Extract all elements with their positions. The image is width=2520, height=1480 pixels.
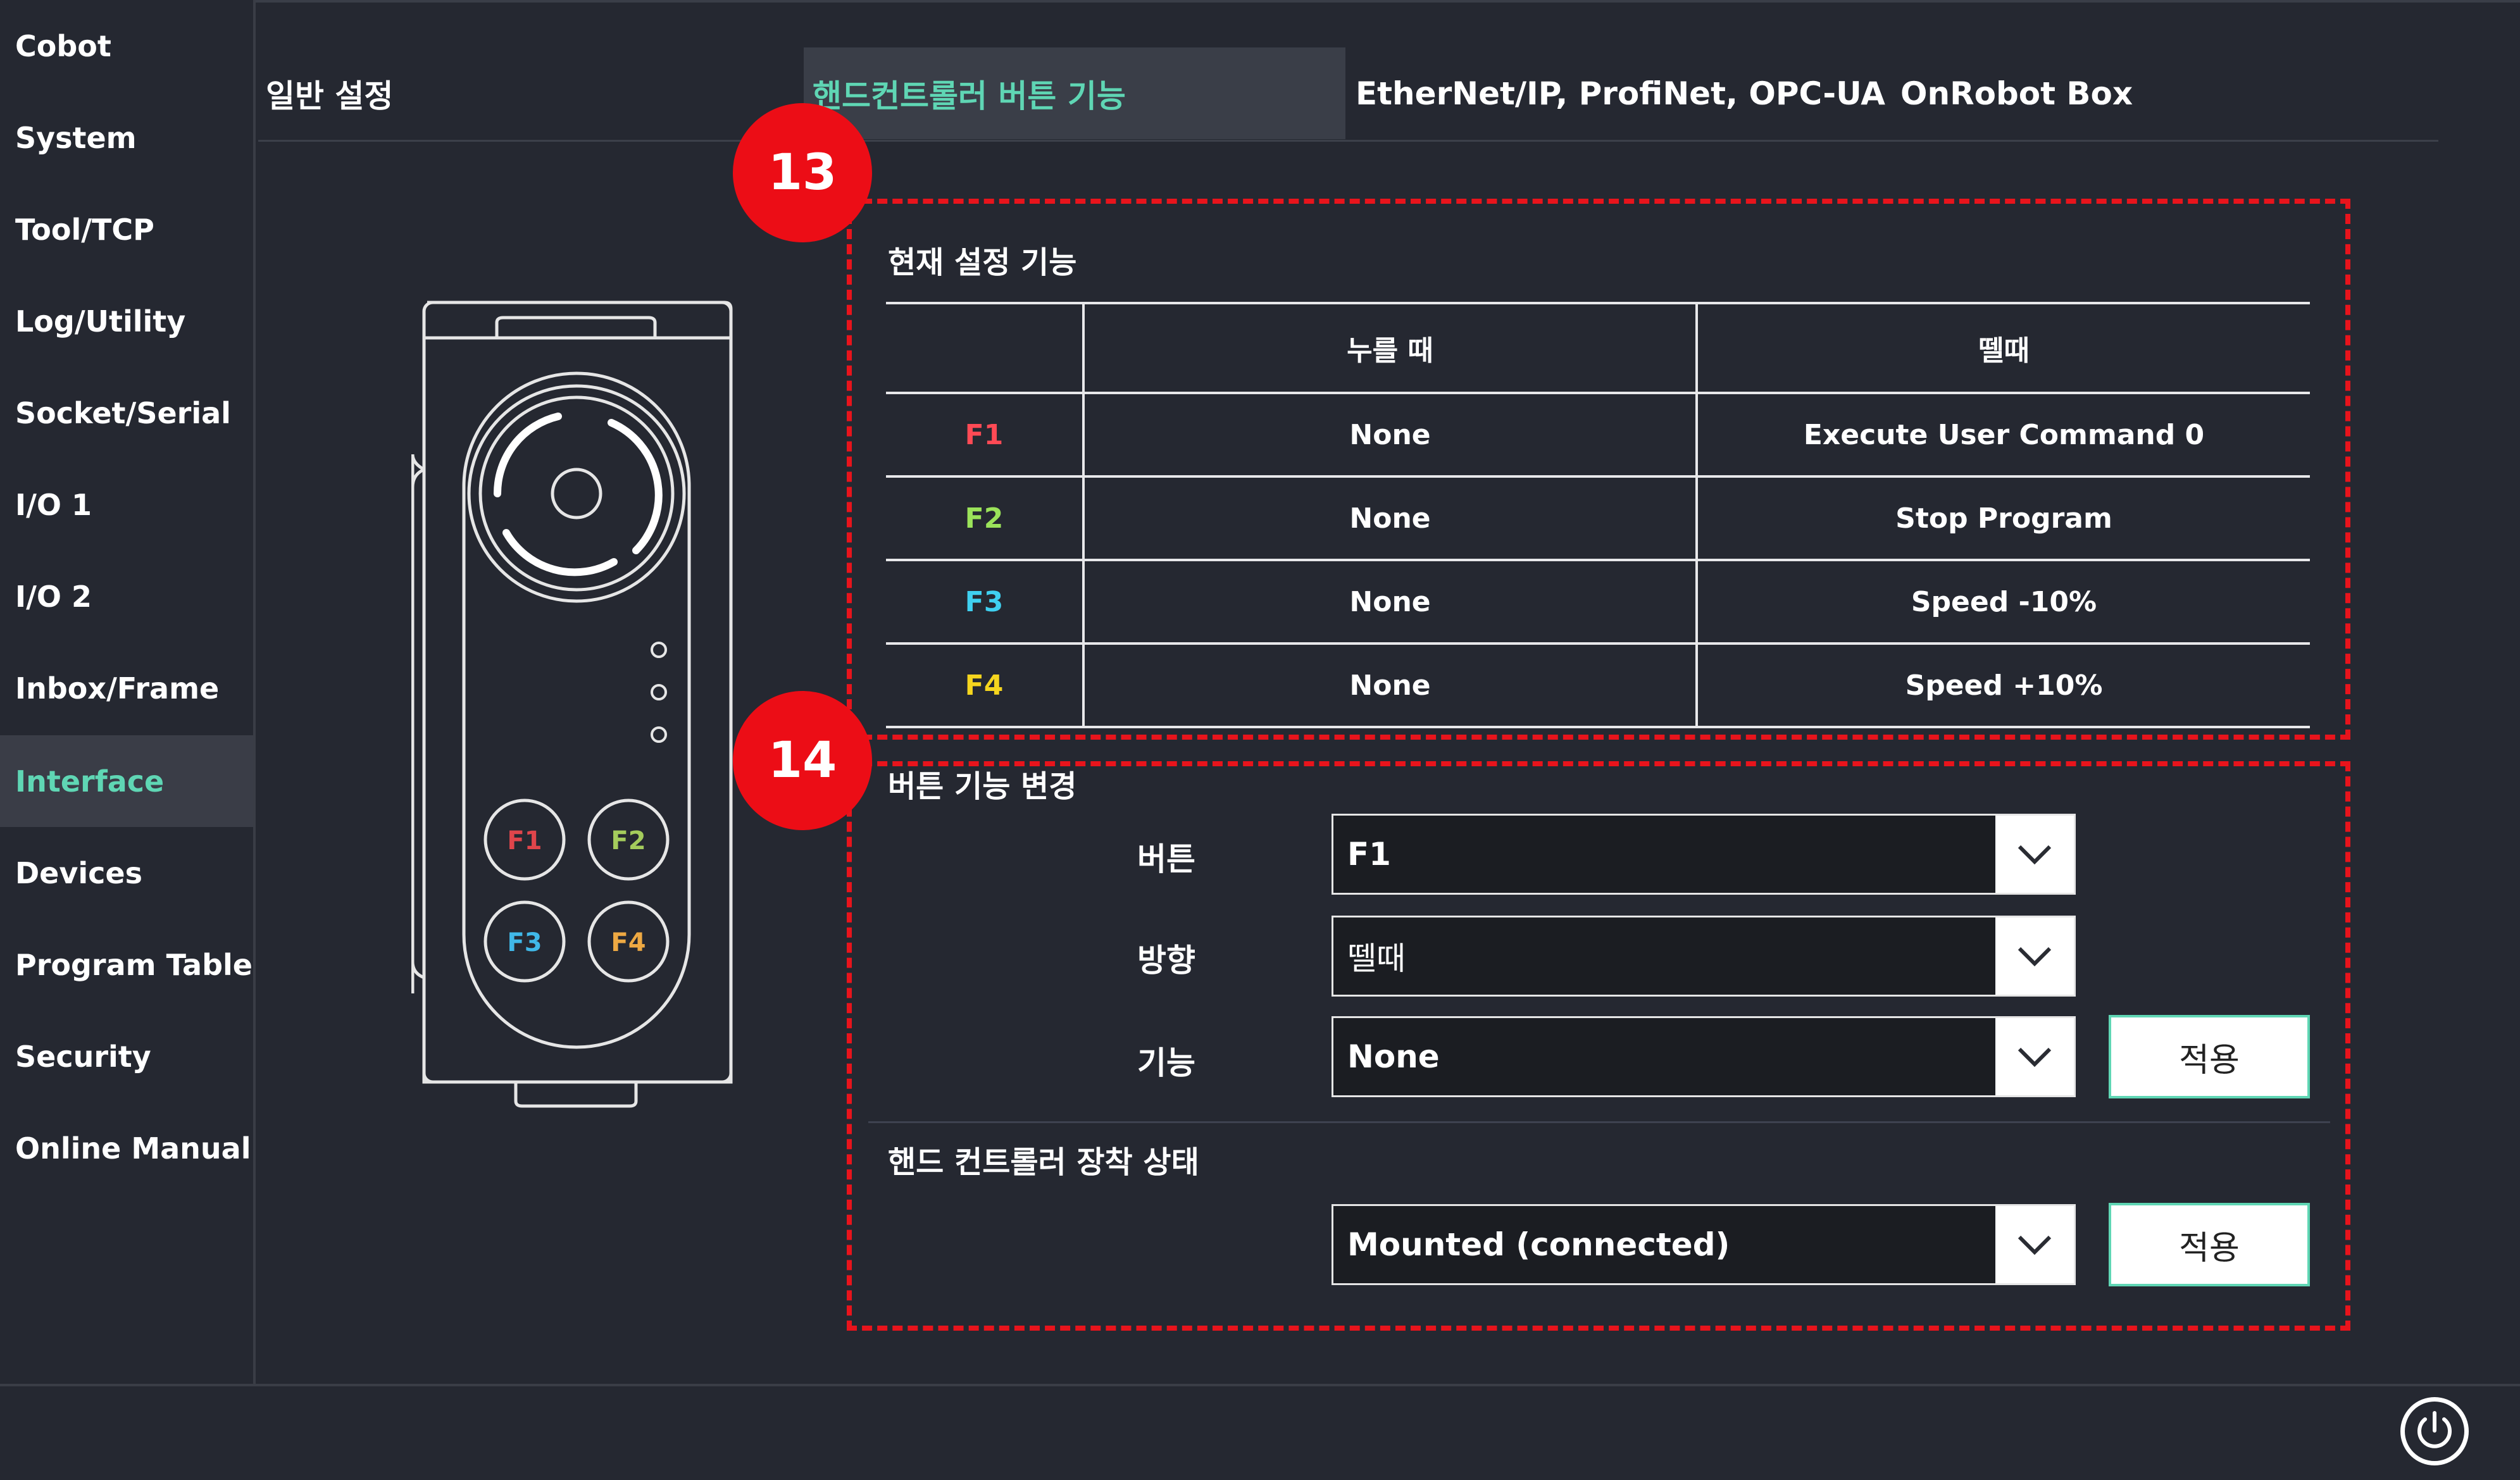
button-field-label: 버튼 bbox=[1137, 841, 1195, 878]
table-header-release: 뗄때 bbox=[1978, 335, 2030, 367]
sidebar-item-security[interactable]: Security bbox=[0, 1011, 253, 1102]
callout-badge-13: 13 bbox=[733, 103, 872, 242]
bottom-divider bbox=[0, 1384, 2520, 1386]
table-cell-press: None bbox=[1349, 669, 1431, 702]
tab-label: EtherNet/IP, ProfiNet, OPC-UA bbox=[1356, 75, 1885, 112]
sidebar-item-label: Security bbox=[15, 1039, 151, 1074]
table-cell-release: Speed +10% bbox=[1905, 669, 2103, 702]
function-field-label: 기능 bbox=[1137, 1045, 1195, 1081]
mount-status-select[interactable]: Mounted (connected) bbox=[1332, 1204, 2076, 1285]
power-icon[interactable] bbox=[2400, 1397, 2469, 1465]
button-select[interactable]: F1 bbox=[1332, 814, 2076, 895]
direction-select-value: 뗄때 bbox=[1347, 940, 1406, 977]
table-rule bbox=[886, 726, 2310, 728]
f3-device-label: F3 bbox=[507, 928, 542, 957]
sidebar-item-label: Devices bbox=[15, 855, 142, 890]
table-cell-release: Stop Program bbox=[1895, 502, 2112, 535]
direction-field-label: 방향 bbox=[1137, 942, 1195, 979]
led-indicator-icon bbox=[651, 684, 667, 700]
callout-badge-14: 14 bbox=[733, 691, 872, 830]
sidebar-item-io2[interactable]: I/O 2 bbox=[0, 550, 253, 642]
sidebar-item-label: System bbox=[15, 120, 137, 155]
table-cell-press: None bbox=[1349, 585, 1431, 618]
table-cell-key-f3: F3 bbox=[964, 585, 1004, 618]
sidebar-item-label: Program Table bbox=[15, 947, 253, 982]
sidebar-item-program-table[interactable]: Program Table bbox=[0, 919, 253, 1011]
table-header-key bbox=[886, 304, 1082, 392]
sidebar-item-io1[interactable]: I/O 1 bbox=[0, 459, 253, 550]
sidebar-item-label: Online Manual bbox=[15, 1131, 251, 1166]
chevron-down-icon[interactable] bbox=[1995, 917, 2074, 995]
apply-mount-button[interactable]: 적용 bbox=[2109, 1203, 2310, 1286]
sidebar-item-label: Interface bbox=[15, 764, 165, 799]
tab-onrobot-box[interactable]: OnRobot Box bbox=[1900, 47, 2280, 139]
led-indicator-icon bbox=[651, 642, 667, 658]
tab-label: 핸드컨트롤러 버튼 기능 bbox=[813, 77, 1126, 115]
function-select[interactable]: None bbox=[1332, 1016, 2076, 1097]
sidebar-item-label: I/O 2 bbox=[15, 579, 92, 614]
table-cell-release: Execute User Command 0 bbox=[1803, 418, 2205, 451]
table-cell-key-f4: F4 bbox=[964, 669, 1004, 702]
sidebar-item-cobot[interactable]: Cobot bbox=[0, 0, 253, 92]
chevron-down-icon[interactable] bbox=[1995, 1018, 2074, 1095]
led-indicator-icon bbox=[651, 726, 667, 743]
button-select-value: F1 bbox=[1347, 836, 1391, 873]
sidebar-item-socket-serial[interactable]: Socket/Serial bbox=[0, 367, 253, 459]
sidebar-item-label: Cobot bbox=[15, 28, 111, 63]
f1-device-label: F1 bbox=[507, 826, 542, 855]
tab-hand-controller-buttons[interactable]: 핸드컨트롤러 버튼 기능 bbox=[804, 47, 1345, 139]
sidebar-item-log-utility[interactable]: Log/Utility bbox=[0, 275, 253, 367]
top-border bbox=[0, 0, 2520, 3]
f2-device-label: F2 bbox=[611, 826, 646, 855]
sidebar-item-inbox-frame[interactable]: Inbox/Frame bbox=[0, 642, 253, 734]
sidebar-item-interface[interactable]: Interface bbox=[0, 735, 253, 827]
change-function-title: 버튼 기능 변경 bbox=[888, 769, 1077, 804]
apply-function-button[interactable]: 적용 bbox=[2109, 1015, 2310, 1098]
tab-ethernet-ip[interactable]: EtherNet/IP, ProfiNet, OPC-UA bbox=[1356, 47, 1885, 139]
sidebar-item-online-manual[interactable]: Online Manual bbox=[0, 1102, 253, 1194]
sidebar-item-system[interactable]: System bbox=[0, 92, 253, 183]
tab-label: OnRobot Box bbox=[1900, 75, 2133, 112]
table-cell-key-f2: F2 bbox=[964, 502, 1004, 535]
section-divider bbox=[868, 1121, 2330, 1123]
current-settings-title: 현재 설정 기능 bbox=[888, 245, 1077, 280]
table-cell-press: None bbox=[1349, 502, 1431, 535]
function-select-value: None bbox=[1347, 1038, 1440, 1075]
sidebar-item-label: Socket/Serial bbox=[15, 395, 231, 430]
table-cell-key-f1: F1 bbox=[964, 418, 1004, 451]
jog-dial-center-icon bbox=[551, 468, 602, 519]
sidebar-item-label: Log/Utility bbox=[15, 304, 186, 339]
tab-general-settings[interactable]: 일반 설정 bbox=[266, 47, 797, 139]
table-cell-release: Speed -10% bbox=[1911, 585, 2097, 618]
chevron-down-icon[interactable] bbox=[1995, 816, 2074, 893]
tab-divider bbox=[258, 140, 2438, 142]
sidebar-item-tool-tcp[interactable]: Tool/TCP bbox=[0, 183, 253, 275]
sidebar-item-label: Inbox/Frame bbox=[15, 671, 220, 706]
hand-controller-illustration: F1 F2 F3 F4 bbox=[411, 301, 733, 1108]
sidebar-item-devices[interactable]: Devices bbox=[0, 827, 253, 919]
direction-select[interactable]: 뗄때 bbox=[1332, 916, 2076, 997]
sidebar-item-label: Tool/TCP bbox=[15, 212, 154, 247]
chevron-down-icon[interactable] bbox=[1995, 1206, 2074, 1283]
mount-status-title: 핸드 컨트롤러 장착 상태 bbox=[888, 1145, 1199, 1180]
sidebar: Cobot System Tool/TCP Log/Utility Socket… bbox=[0, 0, 256, 1386]
table-header-press: 누를 때 bbox=[1347, 335, 1433, 367]
mount-status-value: Mounted (connected) bbox=[1347, 1226, 1730, 1263]
f4-device-label: F4 bbox=[611, 928, 646, 957]
tab-label: 일반 설정 bbox=[266, 77, 394, 115]
table-cell-press: None bbox=[1349, 418, 1431, 451]
sidebar-item-label: I/O 1 bbox=[15, 487, 92, 522]
